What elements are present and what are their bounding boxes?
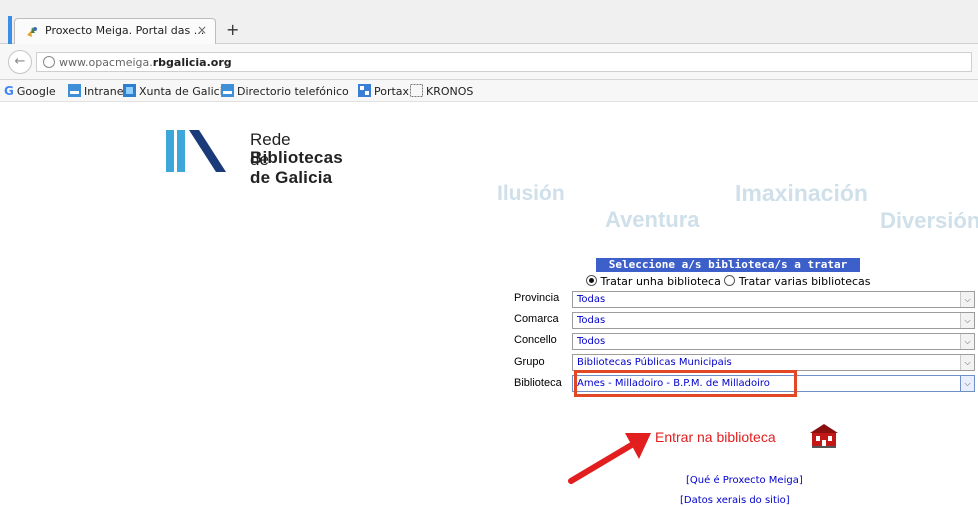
selection-title: Seleccione a/s biblioteca/s a tratar [596, 258, 860, 272]
bookmark-directorio[interactable]: Directorio telefónico [221, 84, 349, 98]
annotation-highlight-box [574, 370, 797, 397]
link-about-meiga[interactable]: [Qué é Proxecto Meiga] [686, 475, 803, 486]
xunta-icon [123, 84, 136, 97]
label-provincia: Provincia [514, 292, 560, 304]
select-concello-value: Todos [577, 336, 606, 347]
tab-close-icon[interactable]: × [197, 23, 207, 37]
logo-text-line2: Bibliotecas de Galicia [250, 148, 343, 187]
word-ilusion: Ilusión [497, 182, 565, 205]
radio-multi-label: Tratar varias bibliotecas [738, 275, 871, 288]
net-icon [221, 84, 234, 97]
browser-nav-bar: ← www.opacmeiga.rbgalicia.org [0, 44, 978, 80]
select-comarca-value: Todas [577, 315, 606, 326]
select-provincia-value: Todas [577, 294, 606, 305]
browser-tab-bar: Proxecto Meiga. Portal das ... × + [0, 0, 978, 44]
word-diversion: Diversión [880, 208, 978, 233]
word-imaxinacion: Imaxinación [735, 180, 868, 206]
annotation-arrow-icon [568, 433, 651, 484]
bookmark-portax[interactable]: Portax [358, 84, 409, 98]
browser-tab[interactable]: Proxecto Meiga. Portal das ... × [14, 18, 216, 44]
enter-library-link[interactable]: Entrar na biblioteca [655, 429, 776, 445]
tab-title: Proxecto Meiga. Portal das ... [45, 24, 205, 37]
select-provincia[interactable]: Todas ⌵ [572, 291, 975, 308]
portax-icon [358, 84, 371, 97]
tab-active-indicator [8, 16, 12, 44]
favicon-icon [27, 27, 37, 37]
select-grupo[interactable]: Bibliotecas Públicas Municipais ⌵ [572, 354, 975, 371]
chevron-down-icon: ⌵ [960, 376, 974, 391]
address-bar[interactable]: www.opacmeiga.rbgalicia.org [36, 52, 972, 72]
url-text: www.opacmeiga.rbgalicia.org [59, 56, 232, 69]
bookmarks-bar: G Google Intranet Xunta de Galicia Direct… [0, 80, 978, 102]
chevron-down-icon: ⌵ [960, 313, 974, 328]
back-arrow-icon[interactable]: ← [8, 50, 32, 74]
word-aventura: Aventura [605, 207, 700, 232]
net-icon [68, 84, 81, 97]
radio-single-library[interactable] [586, 275, 597, 286]
label-comarca: Comarca [514, 313, 559, 325]
bookmark-kronos[interactable]: KRONOS [410, 84, 473, 98]
chevron-down-icon: ⌵ [960, 292, 974, 307]
chevron-down-icon: ⌵ [960, 355, 974, 370]
select-concello[interactable]: Todos ⌵ [572, 333, 975, 350]
label-concello: Concello [514, 334, 557, 346]
bookmark-xunta[interactable]: Xunta de Galicia [123, 84, 230, 98]
new-tab-button[interactable]: + [226, 20, 239, 39]
library-building-icon[interactable] [808, 422, 840, 450]
label-grupo: Grupo [514, 356, 545, 368]
chevron-down-icon: ⌵ [960, 334, 974, 349]
bookmark-google[interactable]: G Google [4, 84, 56, 98]
google-icon: G [4, 84, 14, 98]
select-grupo-value: Bibliotecas Públicas Municipais [577, 357, 732, 368]
mode-radio-group: Tratar unha biblioteca Tratar varias bib… [586, 275, 871, 288]
bookmark-intranet[interactable]: Intranet [68, 84, 128, 98]
radio-single-label: Tratar unha biblioteca [600, 275, 721, 288]
radio-multiple-libraries[interactable] [724, 275, 736, 286]
globe-icon [43, 56, 55, 68]
kronos-icon [410, 84, 423, 97]
logo-bars-icon [166, 130, 226, 172]
link-site-data[interactable]: [Datos xerais do sitio] [680, 495, 790, 506]
label-biblioteca: Biblioteca [514, 377, 562, 389]
select-comarca[interactable]: Todas ⌵ [572, 312, 975, 329]
